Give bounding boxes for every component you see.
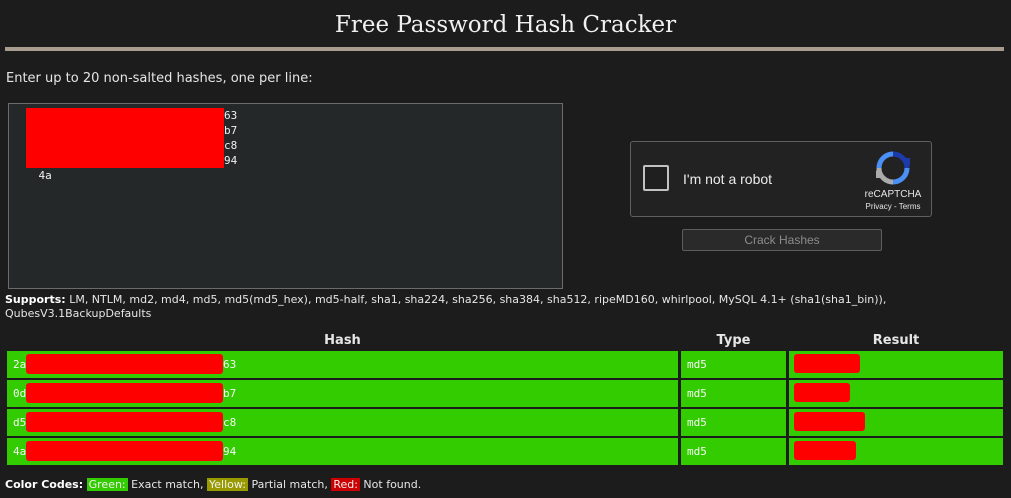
hash-suffix: 63: [224, 109, 238, 122]
column-header-result: Result: [872, 333, 920, 348]
table-row: 0d b7 md5: [7, 380, 1003, 407]
redaction-box: [26, 412, 223, 432]
supported-algorithms: Supports: LM, NTLM, md2, md4, md5, md5(m…: [5, 293, 975, 321]
hash-type: md5: [687, 387, 707, 400]
hash-input-textarea[interactable]: 2a63 0db7 d5c8 4a 94: [8, 103, 563, 289]
legend-yellow-desc: Partial match,: [247, 478, 332, 491]
supports-list: LM, NTLM, md2, md4, md5, md5(md5_hex), m…: [5, 293, 887, 320]
result-cell: [789, 409, 1003, 436]
legend-green-desc: Exact match,: [127, 478, 207, 491]
recaptcha-logo-icon: [876, 151, 910, 185]
type-cell: md5: [681, 351, 786, 378]
redaction-box: [26, 383, 223, 403]
redaction-box: [26, 108, 224, 123]
hash-type: md5: [687, 358, 707, 371]
result-cell: [789, 438, 1003, 465]
redaction-box: [26, 138, 224, 153]
input-line: 4a 94: [12, 153, 559, 182]
title-divider: [5, 47, 1004, 51]
hash-cell: 0d b7: [7, 380, 678, 407]
input-instructions: Enter up to 20 non-salted hashes, one pe…: [6, 71, 313, 86]
hash-prefix: d5: [13, 416, 27, 429]
recaptcha-brand: reCAPTCHA: [864, 189, 922, 200]
input-line: d5c8: [12, 138, 559, 167]
result-cell: [789, 351, 1003, 378]
privacy-link[interactable]: Privacy: [866, 202, 892, 211]
legend-red-swatch: Red:: [331, 478, 360, 491]
hash-suffix: b7: [223, 387, 237, 400]
table-row: 2a 63 md5: [7, 351, 1003, 378]
crack-hashes-button[interactable]: Crack Hashes: [682, 229, 882, 251]
recaptcha-links: Privacy - Terms: [853, 202, 933, 211]
type-cell: md5: [681, 380, 786, 407]
hash-suffix: c8: [224, 139, 238, 152]
type-cell: md5: [681, 438, 786, 465]
legend-green-swatch: Green:: [86, 478, 128, 491]
table-row: d5 c8 md5: [7, 409, 1003, 436]
hash-suffix: 94: [224, 154, 238, 167]
hash-prefix: 2a: [13, 358, 27, 371]
redaction-box: [26, 153, 224, 168]
redaction-box: [26, 123, 224, 138]
link-separator: -: [891, 202, 899, 211]
hash-cell: d5 c8: [7, 409, 678, 436]
table-row: 4a 94 md5: [7, 438, 1003, 465]
hash-suffix: b7: [224, 124, 238, 137]
hash-suffix: 63: [223, 358, 237, 371]
page-title: Free Password Hash Cracker: [334, 12, 677, 38]
hash-type: md5: [687, 445, 707, 458]
type-cell: md5: [681, 409, 786, 436]
recaptcha-checkbox[interactable]: [643, 165, 669, 191]
legend-red-desc: Not found.: [359, 478, 422, 491]
legend-yellow-swatch: Yellow:: [207, 478, 248, 491]
color-codes-legend: Color Codes: Green: Exact match, Yellow:…: [5, 478, 421, 491]
column-header-hash: Hash: [324, 333, 361, 348]
redaction-box: [26, 354, 223, 374]
hash-cell: 4a 94: [7, 438, 678, 465]
hash-prefix: 0d: [13, 387, 27, 400]
result-cell: [789, 380, 1003, 407]
result-redaction: [794, 412, 865, 431]
input-line: 0db7: [12, 123, 559, 152]
hash-cell: 2a 63: [7, 351, 678, 378]
column-header-type: Type: [716, 333, 751, 348]
result-redaction: [794, 383, 850, 402]
hash-suffix: 94: [223, 445, 237, 458]
result-redaction: [794, 441, 856, 460]
legend-label: Color Codes:: [5, 478, 84, 491]
input-line: 2a63: [12, 108, 559, 137]
recaptcha-widget: I'm not a robot reCAPTCHA Privacy - Term…: [630, 141, 932, 217]
hash-type: md5: [687, 416, 707, 429]
result-redaction: [794, 354, 860, 373]
terms-link[interactable]: Terms: [899, 202, 921, 211]
recaptcha-label: I'm not a robot: [683, 171, 773, 187]
redaction-box: [26, 441, 223, 461]
hash-suffix: c8: [223, 416, 237, 429]
supports-label: Supports:: [5, 293, 66, 306]
hash-prefix: 4a: [38, 169, 52, 182]
hash-prefix: 4a: [13, 445, 27, 458]
